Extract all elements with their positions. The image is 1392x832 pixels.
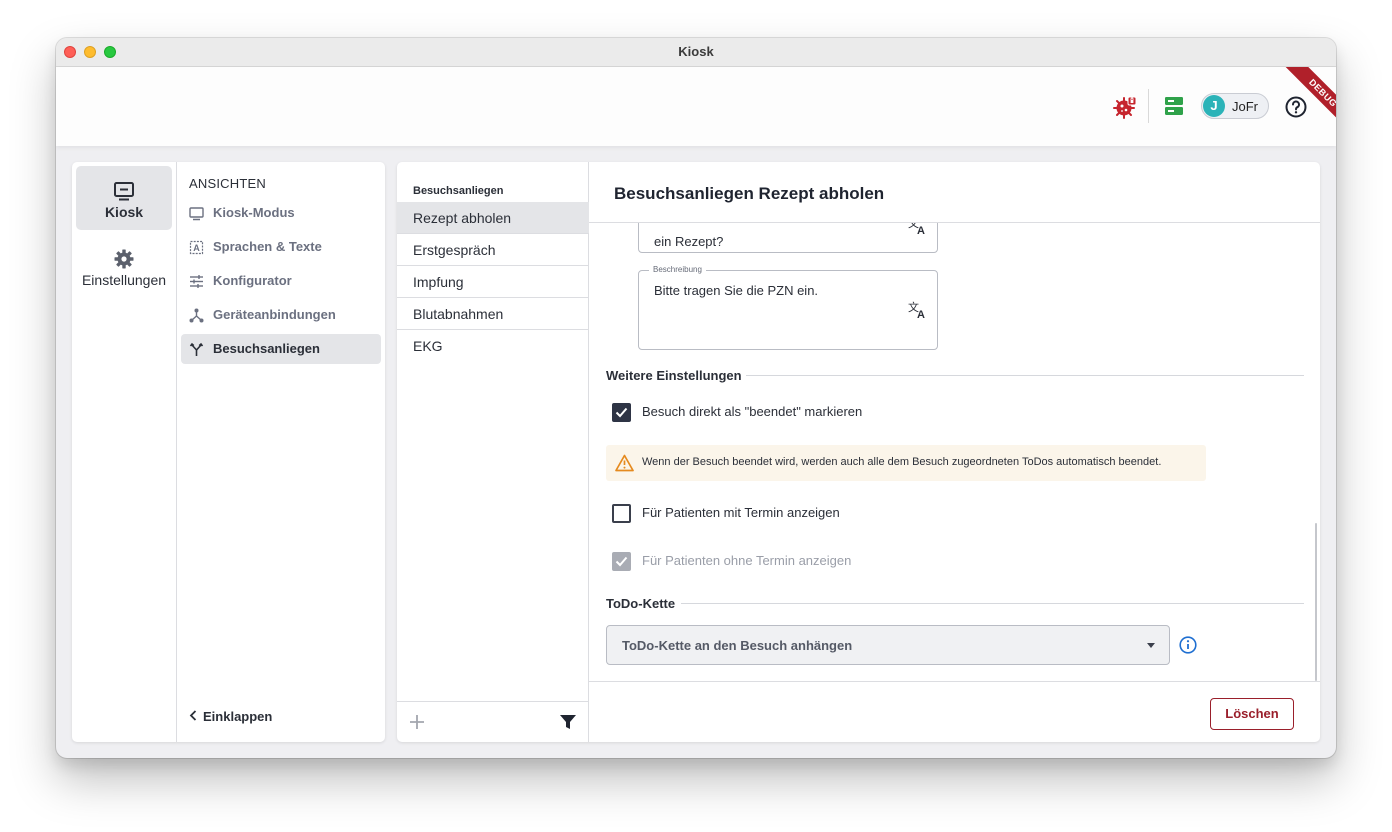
rail-item-label: Kiosk [104,204,144,220]
nav-item-konfigurator[interactable]: Konfigurator [181,266,381,296]
list-item[interactable]: Impfung [397,266,589,298]
todo-chain-select[interactable]: ToDo-Kette an den Besuch anhängen [606,625,1170,665]
avatar: J [1203,95,1225,117]
list-item[interactable]: Blutabnahmen [397,298,589,330]
add-icon[interactable] [407,712,427,732]
nav-item-label: Konfigurator [213,273,292,288]
info-icon[interactable] [1179,636,1197,654]
detail-title: Besuchsanliegen Rezept abholen [614,184,885,203]
network-icon [189,308,204,323]
monitor-icon [189,206,204,221]
app-window: Kiosk J JoFr DEBUG Kiosk Einstellungen A… [56,38,1336,758]
translate-icon[interactable]: 文A [908,300,928,321]
nav-item-label: Geräteanbindungen [213,307,336,322]
list-item-label: Erstgespräch [413,242,496,258]
nav-heading: ANSICHTEN [189,176,266,191]
list-item[interactable]: EKG [397,330,589,362]
gear-icon [113,248,135,270]
list-item-label: Rezept abholen [413,210,512,226]
translate-icon[interactable]: 文A [908,223,928,237]
sliders-icon [189,274,204,289]
nav-item-kiosk-modus[interactable]: Kiosk-Modus [181,198,381,228]
without-appointment-checkbox [612,552,631,571]
translate-icon: A [189,240,204,255]
svg-text:A: A [917,309,925,320]
rail-item-einstellungen[interactable]: Einstellungen [76,234,172,298]
visit-reason-detail: Besuchsanliegen Rezept abholen ein Rezep… [589,162,1320,742]
list-item-label: Blutabnahmen [413,306,504,322]
scrollbar[interactable] [1315,523,1317,681]
navigation-panel: Kiosk Einstellungen ANSICHTEN Kiosk-Modu… [72,162,385,742]
list-footer [397,701,589,742]
chevron-left-icon [189,709,197,724]
warning-icon [615,454,634,472]
window-title: Kiosk [678,44,714,59]
rail-item-kiosk[interactable]: Kiosk [76,166,172,230]
help-icon[interactable] [1283,94,1309,120]
description-field-value: Bitte tragen Sie die PZN ein. [654,283,819,298]
description-field-label: Beschreibung [649,265,706,274]
filter-icon[interactable] [558,712,578,732]
mark-finished-checkbox[interactable] [612,403,631,422]
warning-banner: Wenn der Besuch beendet wird, werden auc… [606,445,1206,481]
further-settings-title: Weitere Einstellungen [606,368,742,383]
user-menu-chip[interactable]: J JoFr [1201,93,1269,119]
description-field[interactable]: Beschreibung Bitte tragen Sie die PZN ei… [638,265,938,350]
todo-chain-title: ToDo-Kette [606,596,676,611]
title-bar: Kiosk [56,38,1336,67]
question-field[interactable]: ein Rezept? 文A [638,223,938,253]
warning-text: Wenn der Besuch beendet wird, werden auc… [642,456,1162,468]
svg-text:A: A [193,243,200,253]
fork-icon [189,342,204,357]
visit-reason-list: Besuchsanliegen Rezept abholen Erstgespr… [397,162,589,742]
list-heading: Besuchsanliegen [413,185,504,197]
virus-alert-icon[interactable] [1112,94,1138,120]
nav-item-besuchsanliegen[interactable]: Besuchsanliegen [181,334,381,364]
delete-button[interactable]: Löschen [1210,698,1294,730]
detail-scroll-area[interactable]: ein Rezept? 文A Beschreibung Bitte tragen… [589,223,1320,681]
app-bar: J JoFr DEBUG [56,67,1336,146]
nav-item-label: Sprachen & Texte [213,239,322,254]
monitor-icon [113,180,135,202]
detail-footer-divider [589,681,1320,682]
nav-item-sprachen-texte[interactable]: A Sprachen & Texte [181,232,381,262]
list-item-label: EKG [413,338,443,354]
mark-finished-label: Besuch direkt als "beendet" markieren [642,404,863,419]
user-name: JoFr [1232,99,1258,114]
nav-item-geraeteanbindungen[interactable]: Geräteanbindungen [181,300,381,330]
rail-item-label: Einstellungen [81,272,167,288]
sub-navigation: ANSICHTEN Kiosk-Modus A Sprachen & Texte… [177,162,385,742]
collapse-button[interactable]: Einklappen [189,709,272,724]
with-appointment-checkbox[interactable] [612,504,631,523]
section-divider [681,603,1304,604]
list-item[interactable]: Erstgespräch [397,234,589,266]
without-appointment-label: Für Patienten ohne Termin anzeigen [642,553,852,568]
appbar-divider [1148,89,1149,123]
todo-chain-select-value: ToDo-Kette an den Besuch anhängen [622,638,853,653]
with-appointment-label: Für Patienten mit Termin anzeigen [642,505,840,520]
caret-down-icon [1147,643,1155,648]
nav-item-label: Kiosk-Modus [213,205,295,220]
svg-text:A: A [917,225,925,236]
question-field-value: ein Rezept? [654,234,724,249]
list-item-label: Impfung [413,274,464,290]
list-item[interactable]: Rezept abholen [397,202,589,234]
server-icon[interactable] [1162,94,1186,118]
nav-item-label: Besuchsanliegen [213,341,320,356]
section-divider [746,375,1304,376]
content-panel: Besuchsanliegen Rezept abholen Erstgespr… [397,162,1320,742]
navigation-rail: Kiosk Einstellungen [72,162,177,742]
collapse-label: Einklappen [203,709,273,724]
